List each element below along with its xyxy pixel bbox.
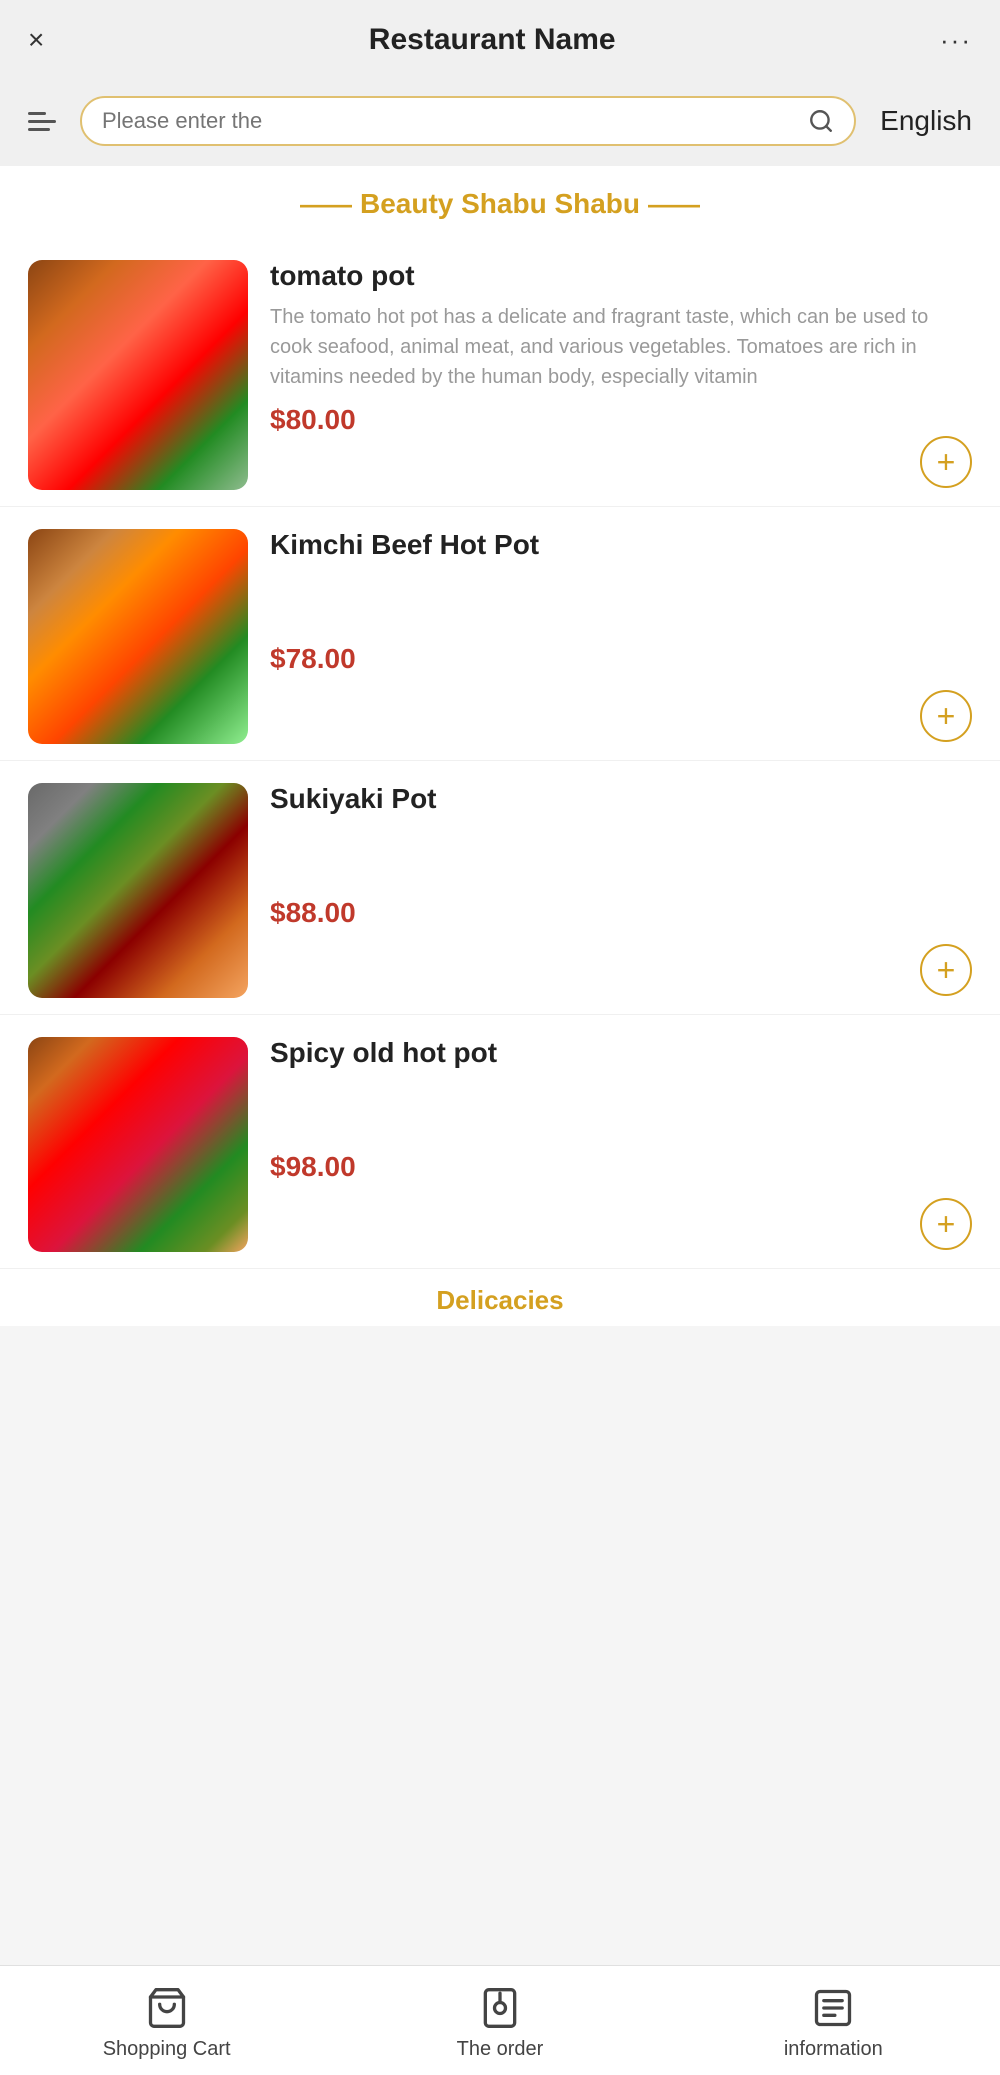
add-button-spicy-hot-pot[interactable]: + xyxy=(920,1198,972,1250)
item-description: The tomato hot pot has a delicate and fr… xyxy=(270,302,972,392)
item-image-tomato-pot xyxy=(28,260,248,490)
item-price: $98.00 xyxy=(270,1151,972,1183)
top-bar: × Restaurant Name ··· xyxy=(0,0,1000,80)
item-name: Kimchi Beef Hot Pot xyxy=(270,529,972,561)
item-content-spicy-hot-pot: Spicy old hot pot $98.00 xyxy=(248,1037,972,1183)
item-image-sukiyaki-pot xyxy=(28,783,248,998)
section-dashes-right: —— xyxy=(648,189,700,220)
nav-label-shopping-cart: Shopping Cart xyxy=(103,2038,231,2061)
search-icon xyxy=(808,108,834,134)
search-input[interactable] xyxy=(102,108,796,134)
menu-item: Sukiyaki Pot $88.00 + xyxy=(0,761,1000,1015)
menu-line-3 xyxy=(28,128,50,131)
add-button-kimchi-beef[interactable]: + xyxy=(920,690,972,742)
item-image-spicy-hot-pot xyxy=(28,1037,248,1252)
section-title: Beauty Shabu Shabu xyxy=(360,188,640,220)
nav-item-the-order[interactable]: The order xyxy=(333,1986,666,2061)
section-header: —— Beauty Shabu Shabu —— xyxy=(0,166,1000,238)
menu-item: Spicy old hot pot $98.00 + xyxy=(0,1015,1000,1269)
bottom-nav: Shopping Cart The order information xyxy=(0,1965,1000,2075)
item-name: Sukiyaki Pot xyxy=(270,783,972,815)
add-button-tomato-pot[interactable]: + xyxy=(920,436,972,488)
search-input-wrapper[interactable] xyxy=(80,96,856,146)
menu-item: Kimchi Beef Hot Pot $78.00 + xyxy=(0,507,1000,761)
item-content-kimchi-beef: Kimchi Beef Hot Pot $78.00 xyxy=(248,529,972,675)
restaurant-title: Restaurant Name xyxy=(369,23,616,57)
item-price: $80.00 xyxy=(270,404,972,436)
add-button-sukiyaki-pot[interactable]: + xyxy=(920,944,972,996)
menu-line-2 xyxy=(28,120,56,123)
nav-item-information[interactable]: information xyxy=(667,1986,1000,2061)
search-bar: English xyxy=(0,80,1000,166)
item-price: $88.00 xyxy=(270,897,972,929)
item-name: Spicy old hot pot xyxy=(270,1037,972,1069)
menu-icon[interactable] xyxy=(28,112,56,131)
item-name: tomato pot xyxy=(270,260,972,292)
order-icon xyxy=(478,1986,522,2030)
language-button[interactable]: English xyxy=(880,105,972,137)
next-section-text: Delicacies xyxy=(436,1285,563,1315)
menu-item: tomato pot The tomato hot pot has a deli… xyxy=(0,238,1000,507)
item-content-tomato-pot: tomato pot The tomato hot pot has a deli… xyxy=(248,260,972,436)
more-button[interactable]: ··· xyxy=(940,25,972,56)
nav-item-shopping-cart[interactable]: Shopping Cart xyxy=(0,1986,333,2061)
nav-label-information: information xyxy=(784,2038,883,2061)
cart-icon xyxy=(145,1986,189,2030)
section-dashes-left: —— xyxy=(300,189,352,220)
menu-list: tomato pot The tomato hot pot has a deli… xyxy=(0,238,1000,1269)
nav-label-the-order: The order xyxy=(457,2038,544,2061)
close-button[interactable]: × xyxy=(28,24,44,56)
item-image-kimchi-beef xyxy=(28,529,248,744)
item-price: $78.00 xyxy=(270,643,972,675)
item-content-sukiyaki-pot: Sukiyaki Pot $88.00 xyxy=(248,783,972,929)
menu-line-1 xyxy=(28,112,46,115)
next-section-label: Delicacies xyxy=(0,1269,1000,1326)
information-icon xyxy=(811,1986,855,2030)
